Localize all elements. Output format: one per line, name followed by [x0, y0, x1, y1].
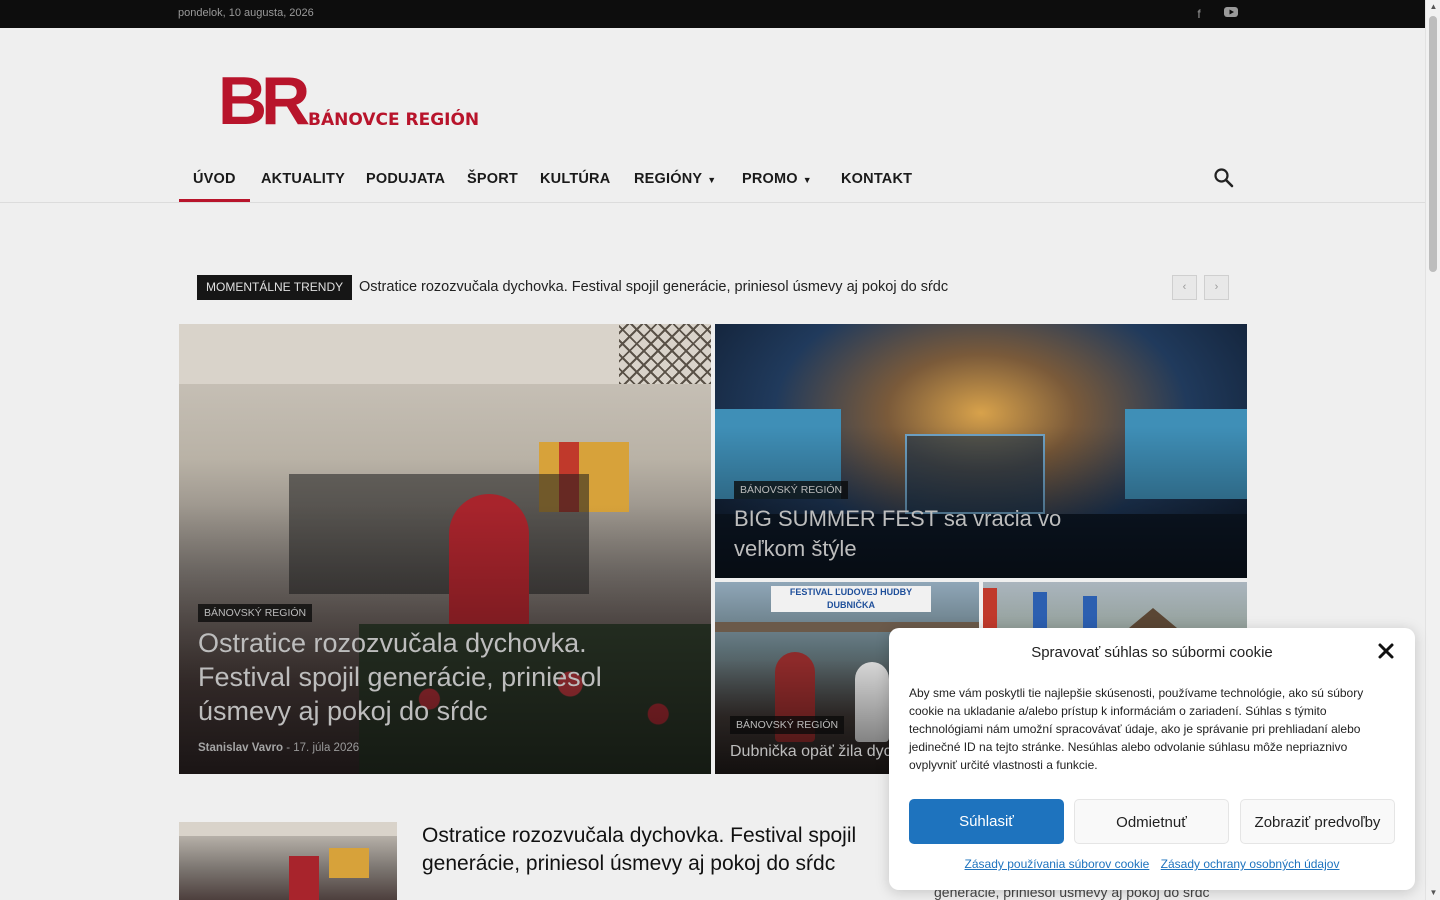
chevron-down-icon: ▼: [802, 175, 812, 185]
preferences-button[interactable]: Zobraziť predvoľby: [1240, 799, 1395, 844]
scroll-up-arrow[interactable]: ▲: [1426, 0, 1440, 14]
cookie-policy-links: Zásady používania súborov cookie Zásady …: [889, 857, 1415, 871]
article-title[interactable]: Ostratice rozozvučala dychovka. Festival…: [422, 822, 872, 878]
site-logo[interactable]: BR BÁNOVCE REGIÓN: [218, 63, 498, 139]
deny-button[interactable]: Odmietnuť: [1074, 799, 1229, 844]
cookie-dialog-text: Aby sme vám poskytli tie najlepšie skúse…: [909, 686, 1364, 772]
logo-mark: BR: [218, 63, 310, 139]
category-badge[interactable]: BÁNOVSKÝ REGIÓN: [198, 604, 313, 622]
close-icon[interactable]: [1375, 642, 1397, 664]
nav-item-podujata[interactable]: PODUJATA: [366, 156, 445, 202]
page-scrollbar[interactable]: ▲ ▼: [1425, 0, 1440, 900]
featured-article-2[interactable]: BÁNOVSKÝ REGIÓN BIG SUMMER FEST sa vraci…: [715, 324, 1247, 578]
scroll-thumb[interactable]: [1429, 16, 1437, 272]
author-name[interactable]: Stanislav Vavro: [198, 742, 283, 754]
article-thumbnail[interactable]: [179, 822, 397, 900]
article-meta: Stanislav Vavro - 17. júla 2026: [198, 742, 359, 754]
scroll-down-arrow[interactable]: ▼: [1426, 886, 1440, 900]
photo-roof: [179, 822, 397, 836]
accept-button[interactable]: Súhlasiť: [909, 799, 1064, 844]
nav-label: PODUJATA: [366, 171, 446, 187]
search-icon[interactable]: [1213, 167, 1235, 189]
category-badge[interactable]: BÁNOVSKÝ REGIÓN: [730, 716, 845, 734]
photo-lattice: [619, 324, 711, 384]
current-date: pondelok, 10 augusta, 2026: [178, 7, 314, 19]
featured-title[interactable]: Ostratice rozozvučala dychovka. Festival…: [198, 626, 668, 728]
nav-item-regiony[interactable]: REGIÓNY ▼: [634, 156, 716, 202]
nav-item-sport[interactable]: ŠPORT: [467, 156, 518, 202]
cookie-consent-dialog: Spravovať súhlas so súbormi cookie Aby s…: [889, 628, 1415, 890]
trending-headline[interactable]: Ostratice rozozvučala dychovka. Festival…: [359, 279, 948, 295]
featured-article-main[interactable]: BÁNOVSKÝ REGIÓN Ostratice rozozvučala dy…: [179, 324, 711, 774]
header-divider: [0, 202, 1425, 203]
nav-label: ŠPORT: [467, 171, 518, 187]
nav-label: REGIÓNY: [634, 171, 703, 187]
nav-item-aktuality[interactable]: AKTUALITY: [261, 156, 345, 202]
top-bar: pondelok, 10 augusta, 2026 f: [0, 0, 1425, 28]
youtube-icon[interactable]: [1223, 6, 1239, 22]
nav-label: AKTUALITY: [261, 171, 345, 187]
nav-item-kultura[interactable]: KULTÚRA: [540, 156, 610, 202]
photo-flag-blue: [1033, 592, 1047, 628]
photo-flag-blue-2: [1083, 596, 1097, 628]
category-badge[interactable]: BÁNOVSKÝ REGIÓN: [734, 481, 849, 499]
cookie-policy-link[interactable]: Zásady používania súborov cookie: [965, 857, 1150, 871]
article-date: 17. júla 2026: [293, 742, 360, 754]
nav-label: ÚVOD: [193, 171, 236, 187]
trending-next-button[interactable]: ›: [1204, 275, 1229, 300]
festival-banner: FESTIVAL ĽUDOVEJ HUDBY DUBNIČKA: [771, 586, 931, 612]
photo-red-dress: [289, 856, 319, 900]
facebook-icon[interactable]: f: [1191, 6, 1207, 22]
nav-item-kontakt[interactable]: KONTAKT: [841, 156, 912, 202]
photo-flag: [329, 848, 369, 878]
festival-banner-text: FESTIVAL ĽUDOVEJ HUDBY DUBNIČKA: [789, 587, 913, 610]
nav-item-uvod[interactable]: ÚVOD: [179, 156, 250, 202]
nav-item-promo[interactable]: PROMO ▼: [742, 156, 812, 202]
photo-flag-red: [983, 588, 997, 628]
privacy-policy-link[interactable]: Zásady ochrany osobných údajov: [1161, 857, 1340, 871]
cookie-dialog-title: Spravovať súhlas so súbormi cookie: [1031, 644, 1273, 661]
logo-name: BÁNOVCE REGIÓN: [308, 110, 480, 130]
trending-badge: MOMENTÁLNE TRENDY: [197, 275, 353, 300]
chevron-down-icon: ▼: [707, 175, 717, 185]
nav-label: KONTAKT: [841, 171, 913, 187]
trending-prev-button[interactable]: ‹: [1172, 275, 1197, 300]
featured-title[interactable]: BIG SUMMER FEST sa vracia vo veľkom štýl…: [734, 504, 1094, 564]
main-nav: ÚVOD AKTUALITY PODUJATA ŠPORT KULTÚRA RE…: [179, 156, 1247, 202]
nav-label: KULTÚRA: [540, 171, 611, 187]
nav-label: PROMO: [742, 171, 798, 187]
